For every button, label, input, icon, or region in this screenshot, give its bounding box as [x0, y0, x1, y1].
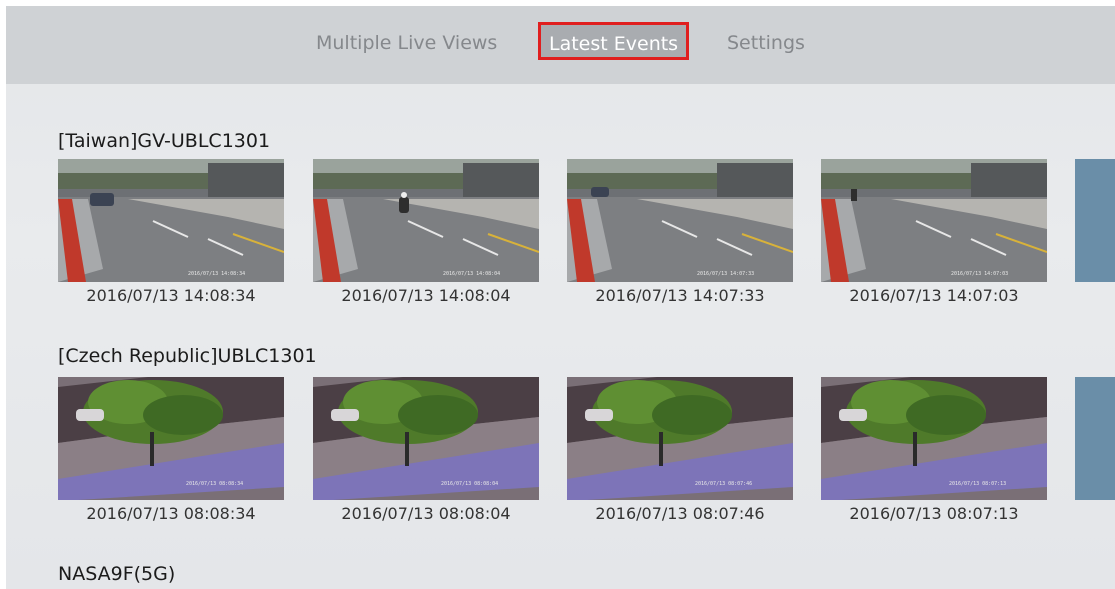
event-thumbnail[interactable]: 2016/07/13 14:07:33 — [567, 159, 793, 282]
event-thumbnail[interactable]: 2016/07/13 08:08:34 — [58, 377, 284, 500]
section-title-taiwan-camera: [Taiwan]GV-UBLC1301 — [58, 130, 271, 152]
event-timestamp: 2016/07/13 14:08:04 — [341, 286, 511, 305]
app-screen: Multiple Live Views Latest Events Settin… — [6, 6, 1115, 589]
osd-timestamp: 2016/07/13 08:07:46 — [695, 481, 752, 487]
top-navigation-bar: Multiple Live Views Latest Events Settin… — [6, 6, 1115, 84]
event-timestamp: 2016/07/13 08:08:34 — [86, 504, 256, 523]
event-thumbnail[interactable]: 2016/07/13 08:08:04 — [313, 377, 539, 500]
osd-timestamp: 2016/07/13 14:08:04 — [443, 271, 500, 277]
tab-latest-events[interactable]: Latest Events — [538, 22, 690, 60]
section-title-nasa9f: NASA9F(5G) — [58, 563, 176, 585]
event-timestamp: 2016/07/13 14:07:33 — [595, 286, 765, 305]
event-timestamp: 2016/07/13 14:08:34 — [86, 286, 256, 305]
partial-next-thumbnail[interactable] — [1075, 159, 1115, 282]
osd-timestamp: 2016/07/13 14:07:33 — [697, 271, 754, 277]
event-timestamp: 2016/07/13 08:07:13 — [849, 504, 1019, 523]
tab-settings[interactable]: Settings — [727, 32, 805, 54]
event-timestamp: 2016/07/13 14:07:03 — [849, 286, 1019, 305]
event-thumbnail[interactable]: 2016/07/13 14:08:34 — [58, 159, 284, 282]
osd-timestamp: 2016/07/13 14:08:34 — [188, 271, 245, 277]
event-thumbnail[interactable]: 2016/07/13 14:07:03 — [821, 159, 1047, 282]
osd-timestamp: 2016/07/13 08:07:13 — [949, 481, 1006, 487]
osd-timestamp: 2016/07/13 08:08:34 — [186, 481, 243, 487]
event-thumbnail[interactable]: 2016/07/13 14:08:04 — [313, 159, 539, 282]
tab-multiple-live-views[interactable]: Multiple Live Views — [316, 32, 497, 54]
event-thumbnail[interactable]: 2016/07/13 08:07:46 — [567, 377, 793, 500]
partial-next-thumbnail[interactable] — [1075, 377, 1115, 500]
osd-timestamp: 2016/07/13 08:08:04 — [441, 481, 498, 487]
section-title-czech-camera: [Czech Republic]UBLC1301 — [58, 345, 317, 367]
event-thumbnail[interactable]: 2016/07/13 08:07:13 — [821, 377, 1047, 500]
event-timestamp: 2016/07/13 08:08:04 — [341, 504, 511, 523]
osd-timestamp: 2016/07/13 14:07:03 — [951, 271, 1008, 277]
event-timestamp: 2016/07/13 08:07:46 — [595, 504, 765, 523]
